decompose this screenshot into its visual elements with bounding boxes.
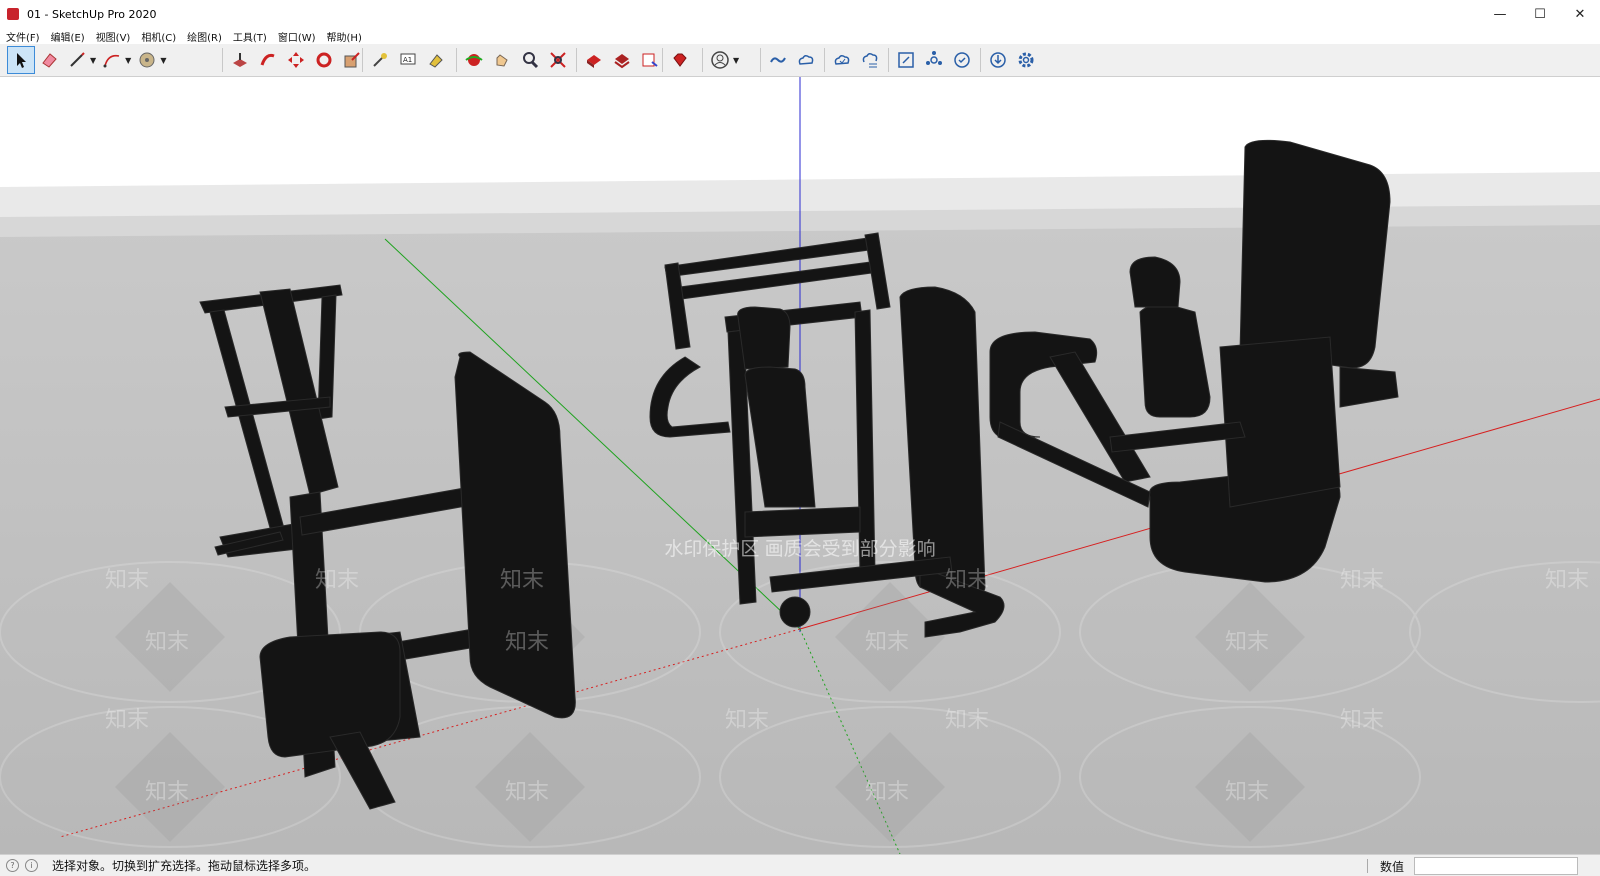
eraser-icon[interactable] [36,47,62,73]
toolbar-separator [222,48,223,72]
watermark-logo-text: 知末 [1225,779,1269,804]
toolbar-separator [576,48,577,72]
trimble-connect-icon[interactable] [765,47,791,73]
tape-measure-icon[interactable] [367,47,393,73]
toolbar-separator [980,48,981,72]
cloud-sync-icon[interactable] [829,47,855,73]
zoom-extents-icon[interactable] [545,47,571,73]
watermark-text: 水印保护区 画质会受到部分影响 [664,538,935,560]
model-viewport[interactable]: 水印保护区 画质会受到部分影响 知末 知末 知末 知末 知末 知末 知末 知末 … [0,77,1600,854]
pencil-icon[interactable] [64,47,90,73]
minimize-button[interactable]: — [1480,0,1520,28]
menu-draw[interactable]: 绘图(R) [187,29,222,44]
watermark-logo-text: 知末 [145,779,189,804]
collaborate-icon[interactable] [793,47,819,73]
geolocation-icon[interactable]: ? [6,859,19,872]
watermark-logo-text: 知末 [1340,707,1384,732]
arc-dropdown-icon[interactable]: ▼ [125,56,131,65]
move-icon[interactable] [283,47,309,73]
watermark-logo-text: 知末 [1545,567,1589,592]
update-icon[interactable] [949,47,975,73]
sandbox-icon[interactable] [921,47,947,73]
maximize-button[interactable]: ☐ [1520,0,1560,28]
push-pull-icon[interactable] [227,47,253,73]
arc-icon[interactable] [99,47,125,73]
close-button[interactable]: ✕ [1560,0,1600,28]
watermark-logo-text: 知末 [865,629,909,654]
account-dropdown-icon[interactable]: ▼ [733,56,739,65]
menu-view[interactable]: 视图(V) [96,29,131,44]
measurements-label: 数值 [1379,860,1404,874]
menu-help[interactable]: 帮助(H) [327,29,362,44]
watermark-logo-text: 知末 [725,707,769,732]
toolbar-separator [702,48,703,72]
rotate-icon[interactable] [311,47,337,73]
menu-window[interactable]: 窗口(W) [278,29,316,44]
sketchup-logo-icon [7,8,19,20]
status-bar: ? i 选择对象。切换到扩充选择。拖动鼠标选择多项。 数值 [0,854,1600,876]
download-icon[interactable] [985,47,1011,73]
watermark-logo-text: 知末 [865,779,909,804]
watermark-logo-text: 知末 [105,707,149,732]
ruby-icon[interactable] [667,47,693,73]
shape-dropdown-icon[interactable]: ▼ [160,56,166,65]
toolbar-separator [760,48,761,72]
warehouse-icon[interactable] [581,47,607,73]
cloud-list-icon[interactable] [857,47,883,73]
menu-tools[interactable]: 工具(T) [233,29,267,44]
toolbar-separator [362,48,363,72]
menu-bar: 文件(F) 编辑(E) 视图(V) 相机(C) 绘图(R) 工具(T) 窗口(W… [0,28,1600,44]
toolbar-separator [456,48,457,72]
toolbar-separator [662,48,663,72]
watermark-logo-text: 知末 [505,629,549,654]
measurements-input[interactable] [1414,857,1578,875]
paint-icon[interactable] [423,47,449,73]
window-title: 01 - SketchUp Pro 2020 [27,7,157,21]
menu-edit[interactable]: 编辑(E) [51,29,85,44]
toolbar-separator [888,48,889,72]
info-icon[interactable]: i [25,859,38,872]
paint-bucket-icon[interactable] [134,47,160,73]
status-message: 选择对象。切换到扩充选择。拖动鼠标选择多项。 [52,859,317,873]
pan-icon[interactable] [489,47,515,73]
scene-canvas[interactable]: 水印保护区 画质会受到部分影响 知末 知末 知末 知末 知末 知末 知末 知末 … [0,77,1600,854]
status-separator [1367,859,1368,873]
watermark-logo-text: 知末 [1225,629,1269,654]
text-icon[interactable]: A1 [395,47,421,73]
fit-icon[interactable] [893,47,919,73]
pencil-dropdown-icon[interactable]: ▼ [90,56,96,65]
watermark-logo-text: 知末 [945,707,989,732]
title-bar: 01 - SketchUp Pro 2020 — ☐ ✕ [0,0,1600,28]
menu-file[interactable]: 文件(F) [6,29,40,44]
watermark-logo-text: 知末 [315,567,359,592]
orbit-icon[interactable] [461,47,487,73]
watermark-logo-text: 知末 [145,629,189,654]
watermark-logo-text: 知末 [105,567,149,592]
account-icon[interactable] [707,47,733,73]
watermark-logo-text: 知末 [500,567,544,592]
watermark-logo-text: 知末 [1340,567,1384,592]
menu-camera[interactable]: 相机(C) [141,29,176,44]
watermark-logo-text: 知末 [505,779,549,804]
zoom-icon[interactable] [517,47,543,73]
toolbar: ▼ ▼ ▼ A1 ▼ [0,44,1600,77]
toolbar-separator [824,48,825,72]
follow-me-icon[interactable] [255,47,281,73]
extension-warehouse-icon[interactable] [609,47,635,73]
select-icon[interactable] [7,46,35,74]
watermark-logo-text: 知末 [945,567,989,592]
settings-icon[interactable] [1013,47,1039,73]
svg-text:A1: A1 [403,56,412,64]
